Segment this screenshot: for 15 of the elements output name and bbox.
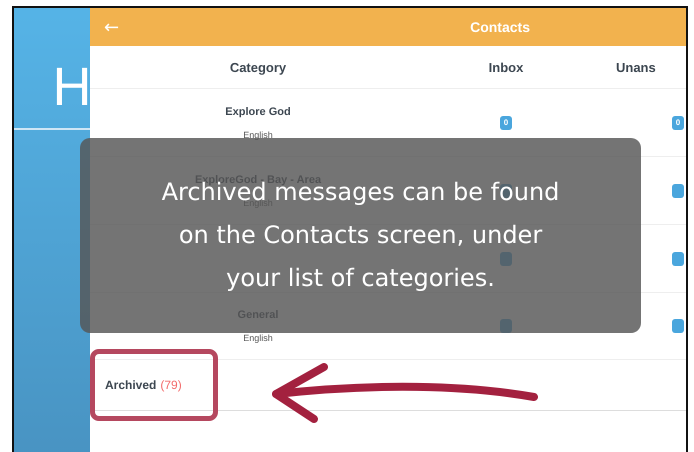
category-language: English [243,333,273,343]
count-badge [672,184,684,198]
column-header: Category [228,60,288,74]
column-header: Unans [615,60,657,74]
logo-letter: H [52,60,92,114]
archived-count: (79) [160,378,182,392]
count-badge: 0 [500,116,512,130]
count-badge: 0 [672,116,684,130]
category-name[interactable]: Explore God [225,106,291,118]
category-language: English [243,130,273,140]
count-badge [672,252,684,266]
count-badge [672,319,684,333]
archived-link[interactable]: Archived (79) [90,360,686,411]
screen-title: Contacts [470,19,530,35]
column-header: Inbox [488,60,524,74]
